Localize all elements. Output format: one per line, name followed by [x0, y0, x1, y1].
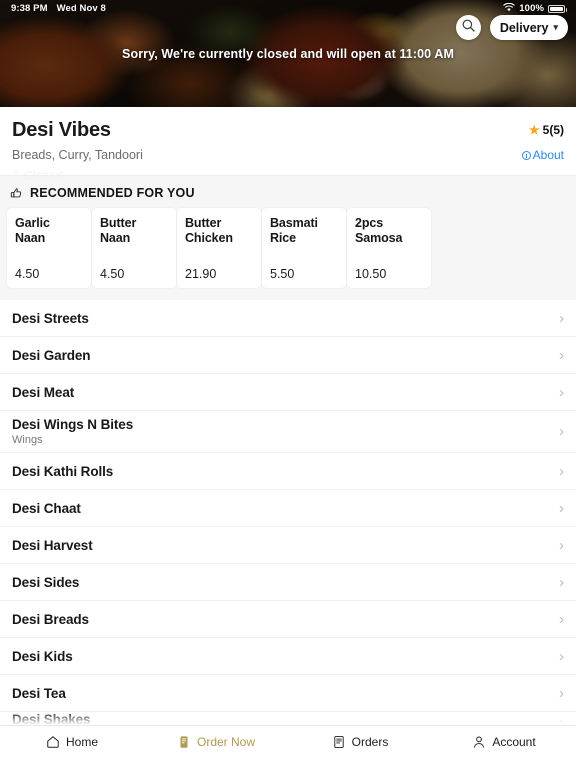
hero-top-controls: Delivery ▾: [455, 15, 568, 40]
recommended-card[interactable]: 2pcs Samosa 10.50: [347, 208, 431, 288]
menu-section-title: Desi Garden: [12, 347, 91, 363]
recommended-item-price: 10.50: [355, 267, 387, 281]
restaurant-hero-banner: 9:38 PM Wed Nov 8 100% Delivery ▾ Sorry,…: [0, 0, 576, 107]
wifi-icon: [503, 2, 516, 15]
restaurant-cuisines: Breads, Curry, Tandoori: [12, 148, 143, 162]
menu-section-row[interactable]: Desi Streets ›: [0, 300, 576, 337]
recommended-item-name: Garlic Naan: [15, 216, 50, 245]
search-icon: [462, 19, 475, 37]
menu-section-row[interactable]: Desi Tea ›: [0, 675, 576, 712]
status-bar-time: 9:38 PM: [11, 3, 48, 14]
about-label: About: [532, 148, 564, 162]
tab-account[interactable]: Account: [432, 735, 576, 749]
menu-section-row[interactable]: Desi Garden ›: [0, 337, 576, 374]
menu-section-title: Desi Wings N Bites: [12, 417, 134, 432]
battery-percent-label: 100%: [519, 3, 544, 14]
star-icon: ★: [528, 123, 540, 137]
person-icon: [472, 735, 486, 749]
restaurant-status: ⏱ Closed: [12, 169, 564, 183]
clock-icon: ⏱: [12, 170, 20, 182]
about-link[interactable]: About: [521, 148, 564, 162]
chevron-right-icon: ›: [559, 573, 564, 591]
chevron-right-icon: ›: [559, 309, 564, 327]
menu-section-title: Desi Chaat: [12, 500, 81, 516]
home-icon: [46, 735, 60, 749]
chevron-right-icon: ›: [559, 647, 564, 665]
menu-section-title: Desi Streets: [12, 310, 89, 326]
menu-section-title: Desi Harvest: [12, 537, 93, 553]
menu-section-row[interactable]: Desi Wings N Bites Wings ›: [0, 411, 576, 453]
bottom-tab-bar: Home Order Now Orders Account: [0, 725, 576, 768]
recommended-card[interactable]: Butter Chicken 21.90: [177, 208, 261, 288]
menu-section-title: Desi Kathi Rolls: [12, 463, 114, 479]
recommended-heading-label: RECOMMENDED FOR YOU: [30, 186, 195, 200]
tab-orders[interactable]: Orders: [288, 735, 432, 749]
chevron-right-icon: ›: [559, 684, 564, 702]
tab-home-label: Home: [65, 735, 98, 749]
tab-order-now-label: Order Now: [196, 735, 255, 749]
recommended-section: RECOMMENDED FOR YOU Garlic Naan 4.50 But…: [0, 175, 576, 300]
chevron-right-icon: ›: [559, 423, 564, 440]
rating-badge: ★ 5(5): [529, 119, 564, 137]
restaurant-status-label: Closed: [23, 169, 63, 183]
chevron-right-icon: ›: [559, 536, 564, 554]
recommended-heading: RECOMMENDED FOR YOU: [0, 186, 576, 208]
menu-section-title: Desi Tea: [12, 685, 66, 701]
recommended-item-name: Basmati Rice: [270, 216, 318, 245]
menu-section-row[interactable]: Desi Harvest ›: [0, 527, 576, 564]
menu-section-title: Desi Meat: [12, 384, 75, 400]
tab-account-label: Account: [492, 735, 536, 749]
menu-section-row[interactable]: Desi Kathi Rolls ›: [0, 453, 576, 490]
recommended-item-name: Butter Chicken: [185, 216, 233, 245]
closed-banner-text: Sorry, We're currently closed and will o…: [122, 47, 454, 61]
tab-home[interactable]: Home: [0, 735, 144, 749]
rating-value: 5(5): [542, 123, 564, 137]
search-button[interactable]: [455, 15, 481, 40]
recommended-card-list[interactable]: Garlic Naan 4.50 Butter Naan 4.50 Butter…: [0, 208, 576, 288]
recommended-item-name: Butter Naan: [100, 216, 137, 245]
menu-section-row[interactable]: Desi Chaat ›: [0, 490, 576, 527]
recommended-item-price: 4.50: [100, 267, 125, 281]
chevron-down-icon: ▾: [553, 22, 558, 32]
page-title: Desi Vibes: [12, 119, 111, 141]
recommended-card[interactable]: Basmati Rice 5.50: [262, 208, 346, 288]
recommended-card[interactable]: Garlic Naan 4.50: [7, 208, 91, 288]
recommended-item-price: 21.90: [185, 267, 217, 281]
chevron-right-icon: ›: [559, 346, 564, 364]
restaurant-info: Desi Vibes ★ 5(5) Breads, Curry, Tandoor…: [0, 107, 576, 183]
recommended-card[interactable]: Butter Naan 4.50: [92, 208, 176, 288]
receipt-icon: [177, 735, 191, 749]
menu-section-row[interactable]: Desi Sides ›: [0, 564, 576, 601]
order-mode-selector[interactable]: Delivery ▾: [489, 15, 568, 40]
menu-section-row[interactable]: Desi Kids ›: [0, 638, 576, 675]
menu-section-row[interactable]: Desi Breads ›: [0, 601, 576, 638]
thumbs-up-icon: [10, 187, 23, 200]
list-document-icon: [332, 735, 346, 749]
order-mode-label: Delivery: [499, 20, 549, 35]
app-screen: 9:38 PM Wed Nov 8 100% Delivery ▾ Sorry,…: [0, 0, 576, 768]
recommended-item-name: 2pcs Samosa: [355, 216, 403, 245]
recommended-item-price: 4.50: [15, 267, 40, 281]
tab-order-now[interactable]: Order Now: [144, 735, 288, 749]
chevron-right-icon: ›: [559, 383, 564, 401]
chevron-right-icon: ›: [559, 462, 564, 480]
menu-section-title: Desi Kids: [12, 648, 73, 664]
menu-section-list: Desi Streets › Desi Garden › Desi Meat ›…: [0, 300, 576, 732]
menu-section-row[interactable]: Desi Meat ›: [0, 374, 576, 411]
menu-section-subtitle: Wings: [12, 434, 43, 446]
status-bar-date: Wed Nov 8: [56, 3, 106, 14]
info-circle-icon: [521, 150, 531, 160]
tab-orders-label: Orders: [351, 735, 389, 749]
battery-icon: [548, 4, 567, 13]
chevron-right-icon: ›: [559, 499, 564, 517]
recommended-item-price: 5.50: [270, 267, 295, 281]
menu-section-title: Desi Sides: [12, 574, 80, 590]
chevron-right-icon: ›: [559, 610, 564, 628]
menu-section-title: Desi Breads: [12, 611, 89, 627]
